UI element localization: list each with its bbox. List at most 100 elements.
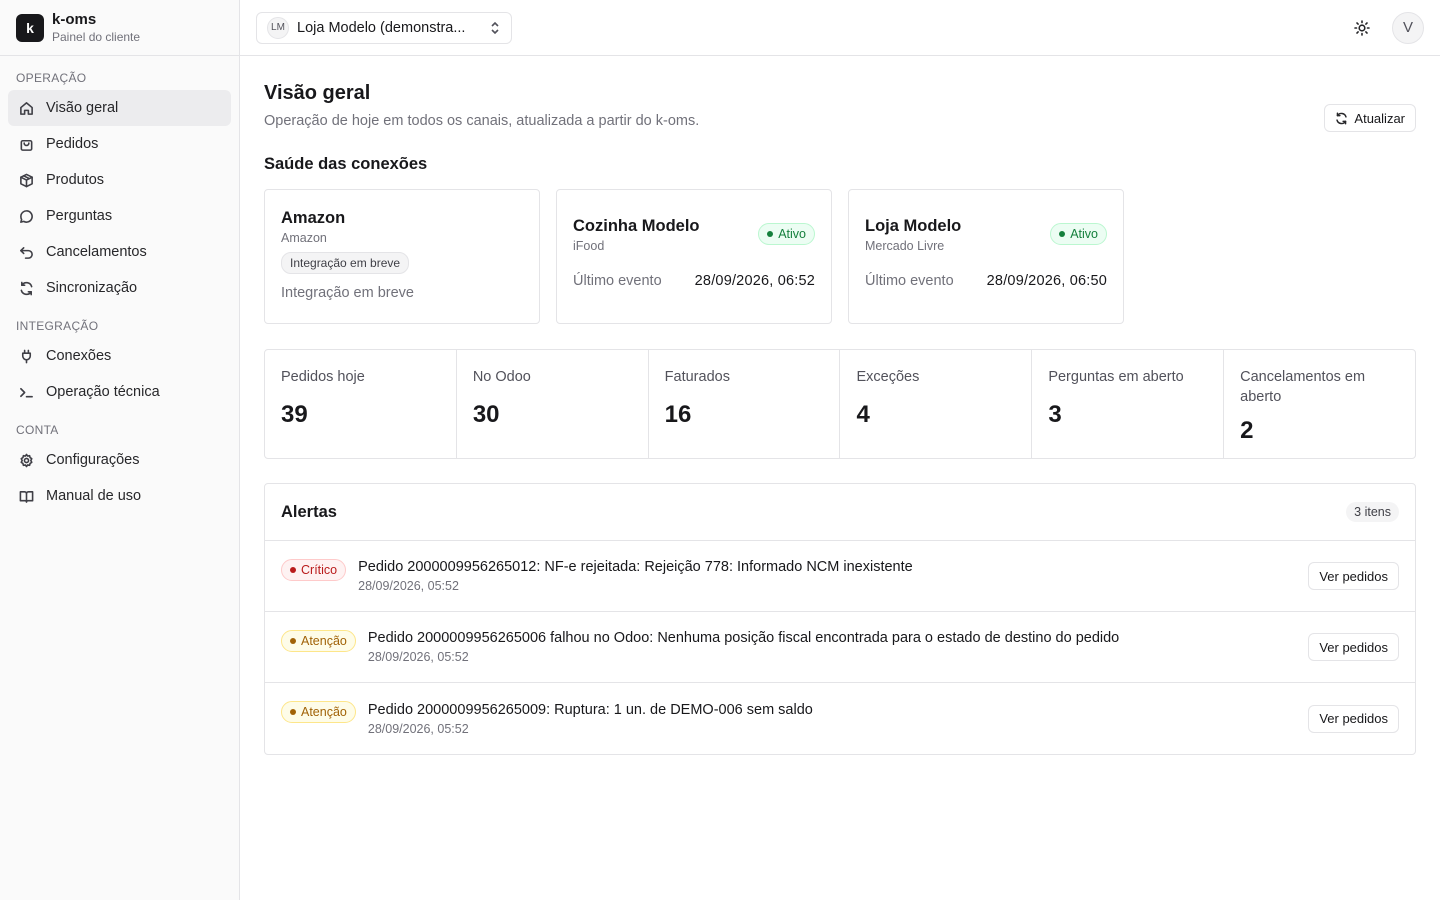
box-icon bbox=[18, 172, 34, 188]
connection-card-cozinha-modelo[interactable]: Cozinha Modelo iFood Ativo Último evento… bbox=[556, 189, 832, 324]
undo-icon bbox=[18, 244, 34, 260]
sidebar-item-label: Visão geral bbox=[46, 100, 119, 116]
severity-dot bbox=[290, 709, 296, 715]
metric-label: Cancelamentos em aberto bbox=[1240, 369, 1366, 405]
sidebar-item-configuracoes[interactable]: Configurações bbox=[8, 442, 231, 478]
sidebar-item-operacao-tecnica[interactable]: Operação técnica bbox=[8, 374, 231, 410]
metric-value: 4 bbox=[856, 401, 870, 428]
severity-badge: Crítico bbox=[281, 559, 347, 581]
alert-row: Atenção Pedido 2000009956265006 falhou n… bbox=[265, 612, 1415, 683]
nav-section-operacao: OPERAÇÃO bbox=[16, 71, 87, 85]
sidebar-item-label: Pedidos bbox=[46, 136, 99, 152]
connections-list: Amazon Amazon Integração em breve Integr… bbox=[264, 189, 1416, 324]
sidebar-nav: OPERAÇÃO Visão geral Pedidos Produtos Pe… bbox=[0, 56, 239, 524]
page-subtitle: Operação de hoje em todos os canais, atu… bbox=[264, 113, 700, 129]
metric-label: Faturados bbox=[664, 369, 730, 385]
sidebar-item-label: Configurações bbox=[46, 452, 140, 468]
sidebar-item-manual[interactable]: Manual de uso bbox=[8, 478, 231, 514]
metric-label: Exceções bbox=[856, 369, 920, 385]
connections-title: Saúde das conexões bbox=[264, 155, 428, 173]
sidebar-item-label: Perguntas bbox=[46, 208, 113, 224]
sidebar: k k-oms Painel do cliente OPERAÇÃO Visão… bbox=[0, 0, 240, 900]
metric-perguntas-em-aberto: Perguntas em aberto 3 bbox=[1032, 350, 1225, 458]
sidebar-item-cancelamentos[interactable]: Cancelamentos bbox=[8, 234, 231, 270]
bag-icon bbox=[18, 136, 34, 152]
status-label: Ativo bbox=[1070, 227, 1098, 241]
user-avatar[interactable]: V bbox=[1392, 11, 1424, 44]
store-selector[interactable]: LM Loja Modelo (demonstra... bbox=[256, 11, 512, 44]
sidebar-item-visao-geral[interactable]: Visão geral bbox=[8, 90, 231, 126]
topbar: LM Loja Modelo (demonstra... V bbox=[240, 0, 1440, 56]
connection-channel: Amazon bbox=[281, 231, 327, 245]
view-orders-button[interactable]: Ver pedidos bbox=[1308, 704, 1399, 733]
sidebar-item-label: Sincronização bbox=[46, 280, 138, 296]
metric-cancelamentos-em-aberto: Cancelamentos em aberto 2 bbox=[1224, 350, 1415, 458]
theme-toggle-button[interactable] bbox=[1346, 12, 1378, 44]
gear-icon bbox=[18, 452, 34, 468]
last-event-value: 28/09/2026, 06:50 bbox=[986, 273, 1107, 289]
status-dot bbox=[767, 231, 774, 237]
sidebar-item-produtos[interactable]: Produtos bbox=[8, 162, 231, 198]
alerts-count-badge: 3 itens bbox=[1346, 502, 1399, 522]
refresh-icon bbox=[18, 280, 34, 296]
metric-value: 39 bbox=[281, 401, 308, 428]
chat-icon bbox=[18, 208, 34, 224]
severity-badge: Atenção bbox=[281, 630, 356, 652]
store-avatar: LM bbox=[267, 16, 289, 39]
refresh-icon bbox=[1336, 111, 1348, 125]
brand-name: k-oms bbox=[52, 10, 97, 28]
status-dot bbox=[1059, 231, 1066, 237]
last-event-label: Último evento bbox=[573, 273, 662, 289]
last-event-value: 28/09/2026, 06:52 bbox=[694, 273, 815, 289]
sidebar-item-label: Conexões bbox=[46, 348, 112, 364]
metric-value: 30 bbox=[472, 401, 500, 428]
sidebar-item-pedidos[interactable]: Pedidos bbox=[8, 126, 231, 162]
chevron-up-down-icon bbox=[489, 21, 501, 35]
sidebar-item-sincronizacao[interactable]: Sincronização bbox=[8, 270, 231, 306]
connection-card-amazon[interactable]: Amazon Amazon Integração em breve Integr… bbox=[264, 189, 540, 324]
overview-content: Visão geral Operação de hoje em todos os… bbox=[240, 56, 1440, 779]
terminal-icon bbox=[18, 384, 34, 400]
status-badge: Ativo bbox=[758, 223, 815, 245]
metric-faturados: Faturados 16 bbox=[649, 350, 841, 458]
alert-timestamp: 28/09/2026, 05:52 bbox=[367, 721, 469, 736]
metric-label: No Odoo bbox=[472, 369, 531, 385]
alert-message: Pedido 2000009956265012: NF-e rejeitada:… bbox=[358, 559, 913, 575]
book-icon bbox=[18, 488, 34, 504]
store-name: Loja Modelo (demonstra... bbox=[297, 19, 466, 36]
metric-pedidos-hoje: Pedidos hoje 39 bbox=[265, 350, 457, 458]
connection-card-loja-modelo[interactable]: Loja Modelo Mercado Livre Ativo Último e… bbox=[848, 189, 1124, 324]
view-orders-button[interactable]: Ver pedidos bbox=[1308, 633, 1399, 661]
refresh-label: Atualizar bbox=[1354, 110, 1405, 126]
alert-row: Atenção Pedido 2000009956265009: Ruptura… bbox=[265, 683, 1415, 754]
severity-label: Crítico bbox=[301, 563, 338, 577]
nav-section-conta: CONTA bbox=[16, 423, 59, 437]
last-event-label: Último evento bbox=[865, 273, 954, 289]
view-orders-button[interactable]: Ver pedidos bbox=[1308, 562, 1399, 590]
metric-value: 2 bbox=[1240, 417, 1254, 444]
alert-timestamp: 28/09/2026, 05:52 bbox=[367, 650, 469, 664]
connection-name: Amazon bbox=[281, 209, 346, 227]
alert-timestamp: 28/09/2026, 05:52 bbox=[358, 579, 459, 593]
severity-dot bbox=[290, 567, 296, 573]
refresh-button[interactable]: Atualizar bbox=[1324, 104, 1416, 132]
metric-excecoes: Exceções 4 bbox=[840, 350, 1033, 458]
alerts-panel: Alertas 3 itens Crítico Pedido 200000995… bbox=[264, 483, 1416, 755]
main-area: LM Loja Modelo (demonstra... V Visão ger… bbox=[240, 0, 1440, 900]
home-icon bbox=[18, 100, 34, 116]
alerts-title: Alertas bbox=[281, 502, 337, 521]
sidebar-item-label: Operação técnica bbox=[46, 384, 160, 400]
sun-icon bbox=[1354, 19, 1370, 36]
sidebar-item-conexoes[interactable]: Conexões bbox=[8, 338, 231, 374]
status-label: Ativo bbox=[778, 227, 806, 241]
page-title: Visão geral bbox=[264, 82, 371, 104]
status-badge: Ativo bbox=[1050, 223, 1107, 245]
brand-logo: k bbox=[16, 13, 44, 42]
alert-message: Pedido 2000009956265006 falhou no Odoo: … bbox=[367, 630, 1120, 646]
alert-row: Crítico Pedido 2000009956265012: NF-e re… bbox=[265, 541, 1415, 612]
severity-badge: Atenção bbox=[281, 701, 356, 723]
plug-icon bbox=[18, 348, 34, 364]
metric-value: 16 bbox=[664, 401, 692, 428]
sidebar-item-perguntas[interactable]: Perguntas bbox=[8, 198, 231, 234]
brand[interactable]: k k-oms Painel do cliente bbox=[0, 0, 239, 56]
